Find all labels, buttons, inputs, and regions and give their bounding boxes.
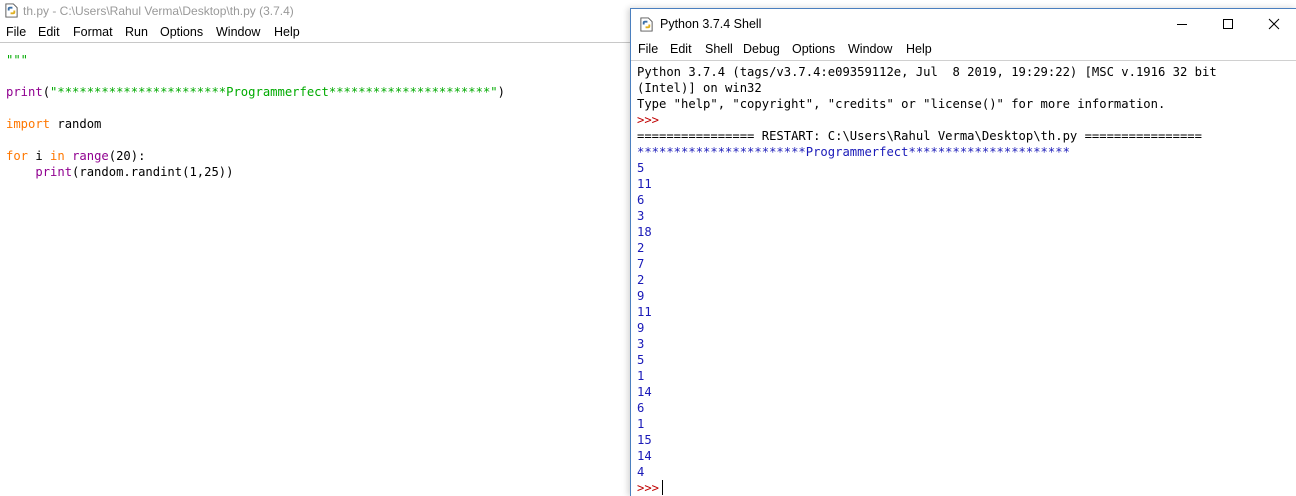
- maximize-icon: [1223, 19, 1233, 29]
- shell-menu-window[interactable]: Window: [848, 42, 892, 56]
- builtin-token: range: [72, 149, 109, 163]
- editor-titlebar[interactable]: th.py - C:\Users\Rahul Verma\Desktop\th.…: [0, 0, 632, 22]
- minimize-button[interactable]: [1159, 9, 1205, 39]
- editor-menu-edit[interactable]: Edit: [38, 25, 60, 39]
- maximize-button[interactable]: [1205, 9, 1251, 39]
- keyword-token: in: [50, 149, 65, 163]
- docstring-token: """: [6, 53, 29, 67]
- stdout-line: ***********************Programmerfect***…: [637, 145, 1070, 159]
- shell-prompt: >>>: [637, 113, 660, 127]
- python-file-icon: [5, 3, 18, 18]
- string-token: "***********************Programmerfect**…: [50, 85, 498, 99]
- shell-menu-help[interactable]: Help: [906, 42, 932, 56]
- close-button[interactable]: [1251, 9, 1296, 39]
- shell-menu-edit[interactable]: Edit: [670, 42, 692, 56]
- paren-token: ): [497, 85, 505, 99]
- code-line: print("***********************Programmer…: [6, 84, 632, 100]
- stdout-line: 2: [637, 241, 645, 255]
- stdout-line: 1: [637, 417, 645, 431]
- builtin-token: print: [35, 165, 73, 179]
- shell-input-line[interactable]: >>>: [637, 480, 1287, 496]
- shell-menu-file[interactable]: File: [638, 42, 658, 56]
- stdout-line: 2: [637, 273, 645, 287]
- editor-code-area[interactable]: """ print("***********************Progra…: [6, 52, 632, 495]
- paren-token: (: [42, 85, 51, 99]
- editor-menu-window[interactable]: Window: [216, 25, 260, 39]
- editor-title: th.py - C:\Users\Rahul Verma\Desktop\th.…: [23, 4, 294, 18]
- restart-line: ================ RESTART: C:\Users\Rahul…: [637, 129, 1202, 143]
- text-cursor: [662, 480, 664, 495]
- editor-menu-run[interactable]: Run: [125, 25, 148, 39]
- stdout-line: 18: [637, 225, 652, 239]
- stdout-line: 14: [637, 449, 652, 463]
- stdout-line: 11: [637, 305, 652, 319]
- code-line: print(random.randint(1,25)): [6, 164, 632, 180]
- shell-final-prompt: >>>: [637, 481, 660, 495]
- keyword-token: for: [6, 149, 29, 163]
- shell-header-line: (Intel)] on win32: [637, 81, 762, 95]
- stdout-line: 7: [637, 257, 645, 271]
- shell-menubar: File Edit Shell Debug Options Window Hel…: [631, 39, 1296, 61]
- shell-output-area[interactable]: Python 3.7.4 (tags/v3.7.4:e09359112e, Ju…: [637, 64, 1287, 496]
- shell-window: Python 3.7.4 Shell File Edit Shell Debug…: [630, 8, 1296, 496]
- stdout-line: 6: [637, 193, 645, 207]
- shell-menu-shell[interactable]: Shell: [705, 42, 733, 56]
- shell-header-line: Type "help", "copyright", "credits" or "…: [637, 97, 1166, 111]
- stdout-line: 9: [637, 321, 645, 335]
- builtin-token: print: [6, 85, 43, 99]
- code-text: random: [50, 117, 102, 131]
- stdout-line: 11: [637, 177, 652, 191]
- shell-menu-debug[interactable]: Debug: [743, 42, 780, 56]
- stdout-line: 15: [637, 433, 652, 447]
- editor-window: th.py - C:\Users\Rahul Verma\Desktop\th.…: [0, 0, 632, 495]
- code-line: """: [6, 52, 632, 68]
- stdout-line: 14: [637, 385, 652, 399]
- editor-menu-file[interactable]: File: [6, 25, 26, 39]
- editor-menu-options[interactable]: Options: [160, 25, 203, 39]
- code-text: (20):: [108, 149, 146, 163]
- stdout-line: 3: [637, 209, 645, 223]
- stdout-line: 6: [637, 401, 645, 415]
- code-line: for i in range(20):: [6, 148, 632, 164]
- editor-menu-format[interactable]: Format: [73, 25, 113, 39]
- editor-menubar: File Edit Format Run Options Window Help: [0, 22, 632, 43]
- keyword-token: import: [6, 117, 51, 131]
- shell-titlebar[interactable]: Python 3.7.4 Shell: [631, 9, 1296, 39]
- shell-header-line: Python 3.7.4 (tags/v3.7.4:e09359112e, Ju…: [637, 65, 1217, 79]
- stdout-line: 5: [637, 353, 645, 367]
- code-line: import random: [6, 116, 632, 132]
- stdout-line: 4: [637, 465, 645, 479]
- stdout-line: 9: [637, 289, 645, 303]
- shell-menu-options[interactable]: Options: [792, 42, 835, 56]
- code-text: (random.randint(1,25)): [72, 165, 234, 179]
- minimize-icon: [1177, 24, 1187, 25]
- stdout-line: 1: [637, 369, 645, 383]
- shell-title: Python 3.7.4 Shell: [660, 17, 762, 31]
- code-text: i: [28, 149, 51, 163]
- close-icon: [1268, 18, 1280, 30]
- stdout-line: 3: [637, 337, 645, 351]
- editor-menu-help[interactable]: Help: [274, 25, 300, 39]
- python-shell-icon: [640, 17, 653, 32]
- stdout-line: 5: [637, 161, 645, 175]
- stdout-list: 5 11 6 3 18 2 7 2 9 11 9 3 5 1 14 6 1 15…: [637, 160, 1287, 480]
